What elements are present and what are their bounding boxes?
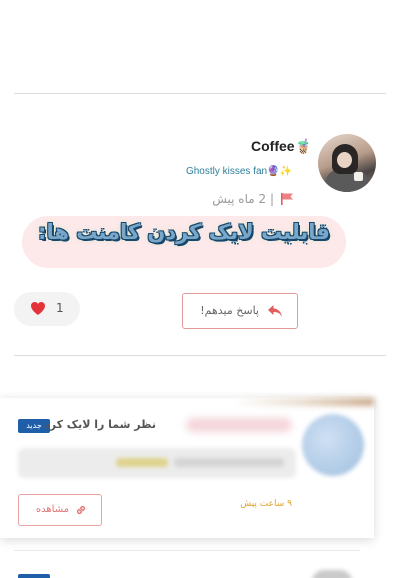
comment-card: Coffee🧋 Ghostly kisses fan🔮✨ | 2 ماه پیش… xyxy=(0,128,400,338)
view-label: مشاهده xyxy=(35,504,69,515)
like-notification[interactable]: جدید نظر شما را لایک کرد مشاهده ۹ ساعت پ… xyxy=(0,398,374,538)
blurred-username xyxy=(186,418,292,432)
reply-icon xyxy=(268,305,282,317)
next-notification-avatar xyxy=(312,570,352,578)
comment-username[interactable]: Coffee🧋 xyxy=(251,138,312,155)
comment-time: | 2 ماه پیش xyxy=(212,192,274,206)
user-badge-text: Ghostly kisses fan🔮✨ xyxy=(185,166,292,177)
top-divider xyxy=(14,93,386,94)
notification-time: ۹ ساعت پیش xyxy=(240,499,292,509)
reply-label: پاسخ میدهم! xyxy=(200,304,259,317)
like-count: 1 xyxy=(56,301,64,315)
middle-divider xyxy=(14,355,386,356)
like-button[interactable]: 1 xyxy=(14,292,80,326)
next-new-badge xyxy=(18,574,50,578)
notification-avatar xyxy=(302,414,364,476)
view-button[interactable]: مشاهده xyxy=(18,494,102,526)
flag-icon[interactable] xyxy=(280,193,294,205)
bottom-divider xyxy=(14,550,360,551)
user-avatar[interactable] xyxy=(318,134,376,192)
notification-title: نظر شما را لایک کرد xyxy=(44,418,156,431)
reply-button[interactable]: پاسخ میدهم! xyxy=(182,293,298,329)
highlight-caption: قابلیت لایک کردن کامنت ها: xyxy=(38,220,330,244)
link-icon xyxy=(76,505,86,515)
heart-icon xyxy=(31,302,45,315)
